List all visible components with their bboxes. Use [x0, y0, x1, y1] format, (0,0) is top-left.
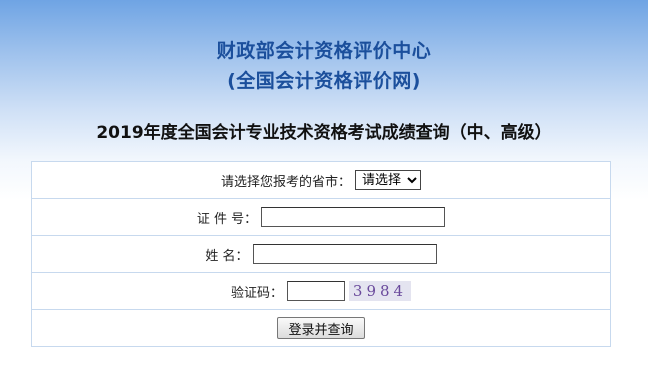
site-subtitle: (全国会计资格评价网) [227, 70, 421, 92]
cert-label: 证 件 号： [196, 211, 258, 227]
name-row: 姓 名： [32, 236, 610, 273]
exam-title: 2019年度全国会计专业技术资格考试成绩查询（中、高级） [96, 123, 552, 143]
site-title: 财政部会计资格评价中心 [216, 40, 432, 62]
captcha-label: 验证码： [230, 285, 283, 301]
province-label: 请选择您报考的省市： [220, 174, 351, 190]
login-query-button[interactable]: 登录并查询 [277, 317, 365, 339]
captcha-image[interactable]: 3984 [349, 281, 411, 301]
query-form: 请选择您报考的省市： 请选择 证 件 号： 姓 名： 验证码： 3984 登录并… [31, 161, 611, 347]
name-input[interactable] [252, 244, 437, 264]
province-row: 请选择您报考的省市： 请选择 [32, 162, 610, 199]
captcha-row: 验证码： 3984 [32, 273, 610, 310]
province-select[interactable]: 请选择 [355, 170, 421, 190]
submit-row: 登录并查询 [32, 310, 610, 346]
cert-row: 证 件 号： [32, 199, 610, 236]
cert-number-input[interactable] [261, 207, 446, 227]
captcha-input[interactable] [287, 281, 345, 301]
name-label: 姓 名： [205, 248, 249, 264]
